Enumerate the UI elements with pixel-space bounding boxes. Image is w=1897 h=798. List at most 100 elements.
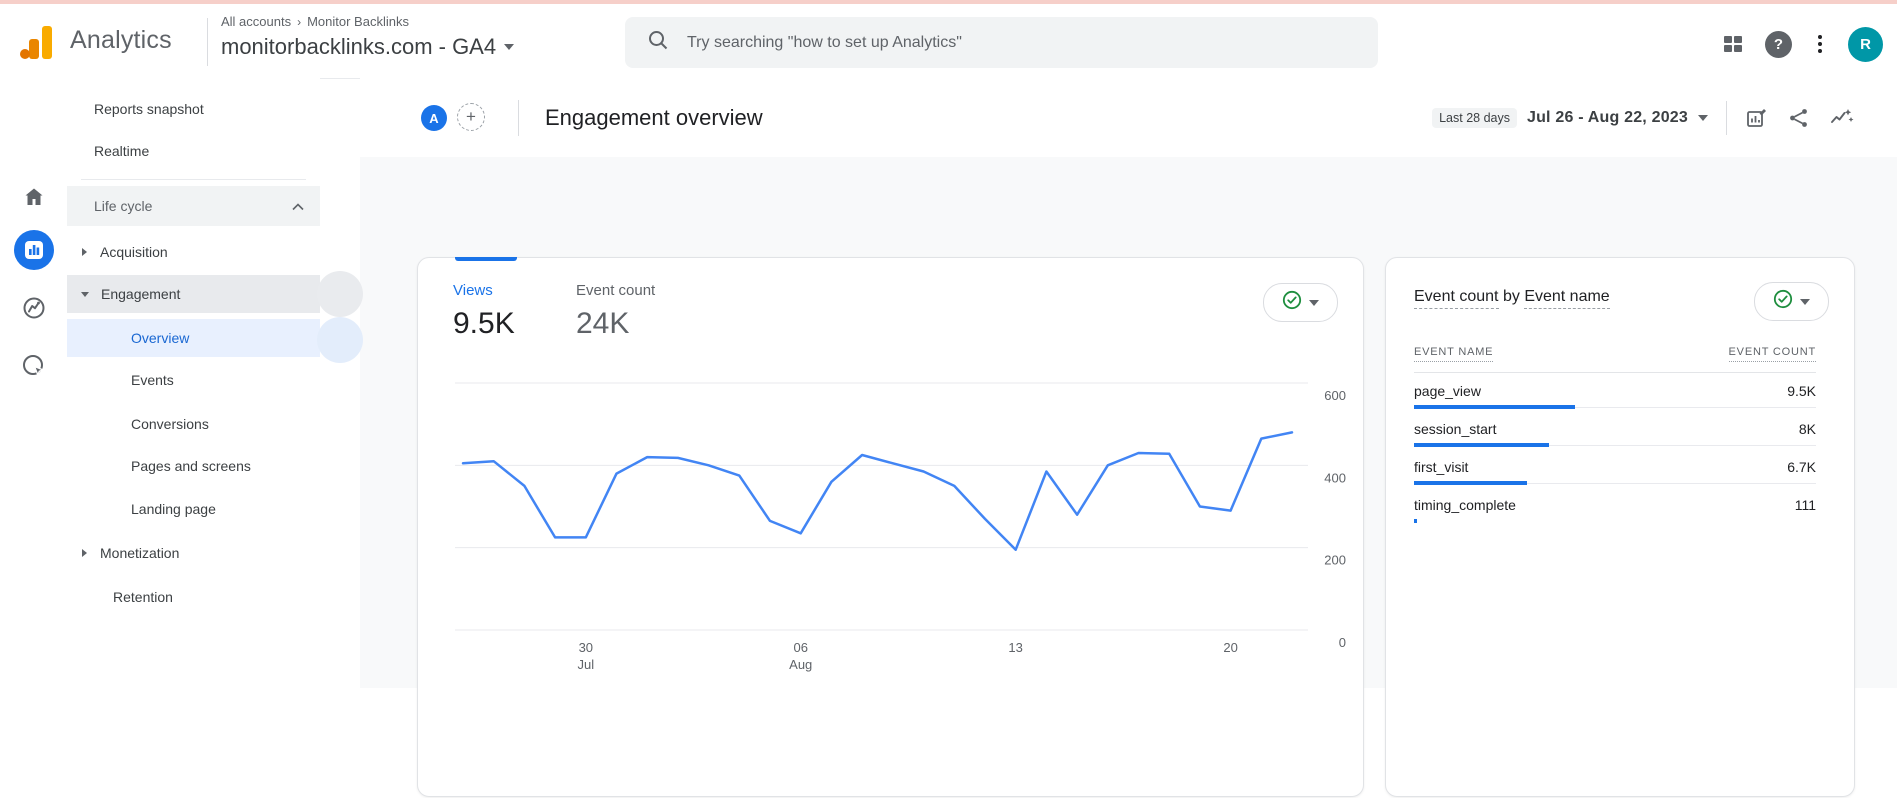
sidebar-item-conversions[interactable]: Conversions <box>67 405 320 443</box>
add-comparison-button[interactable]: + <box>457 103 485 131</box>
product-name: Analytics <box>70 26 172 55</box>
value-bar <box>1414 443 1549 447</box>
sidebar-item-realtime[interactable]: Realtime <box>67 132 320 170</box>
x-tick-label: 06 <box>794 640 808 655</box>
expand-arrow-icon <box>82 549 87 557</box>
customize-report-icon[interactable] <box>1745 106 1769 130</box>
x-tick-sublabel: Aug <box>789 657 812 672</box>
page-title: Engagement overview <box>545 78 763 157</box>
reports-sidebar: Reports snapshot Realtime Life cycle Acq… <box>67 78 320 610</box>
explore-icon[interactable] <box>0 285 67 331</box>
avatar[interactable]: R <box>1848 27 1883 62</box>
views-line-chart: 600 400 200 0 30 Jul 06 Aug 13 20 <box>418 258 1365 798</box>
property-caret-icon <box>504 44 514 50</box>
x-tick-label: 30 <box>579 640 593 655</box>
search-icon <box>647 29 669 56</box>
help-icon[interactable]: ? <box>1765 31 1792 58</box>
line-series-views <box>463 432 1292 549</box>
column-header-event-name: EVENT NAME <box>1414 346 1493 362</box>
sidebar-section-life-cycle[interactable]: Life cycle <box>67 186 320 226</box>
table-row: session_start 8K <box>1414 415 1816 453</box>
share-icon[interactable] <box>1787 106 1811 130</box>
sidebar-item-engagement[interactable]: Engagement <box>67 275 320 313</box>
check-circle-icon <box>1773 289 1793 314</box>
report-canvas: Views 9.5K Event count 24K 600400200030J… <box>360 157 1897 688</box>
event-name: session_start <box>1414 421 1496 437</box>
reports-icon[interactable] <box>0 227 67 273</box>
breadcrumb-chevron-icon: › <box>297 15 301 29</box>
date-range-text: Jul 26 - Aug 22, 2023 <box>1527 109 1688 127</box>
sidebar-item-retention[interactable]: Retention <box>67 578 320 616</box>
table-divider <box>1414 372 1816 373</box>
home-icon[interactable] <box>0 174 67 220</box>
event-count: 9.5K <box>1787 383 1816 399</box>
sidebar-item-acquisition[interactable]: Acquisition <box>67 233 320 271</box>
engagement-chart-card: Views 9.5K Event count 24K 600400200030J… <box>417 257 1364 797</box>
sidebar-item-monetization[interactable]: Monetization <box>67 534 320 572</box>
reports-active-circle <box>14 230 54 270</box>
table-row: timing_complete 111 <box>1414 491 1816 529</box>
y-tick-label: 600 <box>1324 388 1346 403</box>
date-caret-icon <box>1698 115 1708 121</box>
breadcrumb-account[interactable]: Monitor Backlinks <box>307 14 409 29</box>
title-connector: by <box>1503 288 1520 305</box>
sidebar-item-pages-and-screens[interactable]: Pages and screens <box>67 447 320 485</box>
toolbar-divider <box>1726 101 1727 135</box>
table-row: first_visit 6.7K <box>1414 453 1816 491</box>
insight-bubble-blue[interactable] <box>317 317 363 363</box>
x-tick-label: 20 <box>1223 640 1237 655</box>
sidebar-item-reports-snapshot[interactable]: Reports snapshot <box>67 90 320 128</box>
event-count: 8K <box>1799 421 1816 437</box>
title-metric[interactable]: Event count <box>1414 288 1499 309</box>
global-search[interactable] <box>625 17 1378 68</box>
event-name: page_view <box>1414 383 1481 399</box>
title-dimension[interactable]: Event name <box>1524 288 1609 309</box>
report-header: A + Engagement overview Last 28 days Jul… <box>360 78 1897 158</box>
sidebar-item-events[interactable]: Events <box>67 361 320 399</box>
insights-icon[interactable] <box>1829 106 1855 130</box>
value-bar <box>1414 405 1575 409</box>
date-preset-chip: Last 28 days <box>1432 108 1517 128</box>
event-count: 111 <box>1795 497 1816 513</box>
breadcrumb-all-accounts[interactable]: All accounts <box>221 14 291 29</box>
property-name: monitorbacklinks.com - GA4 <box>221 34 496 60</box>
chevron-up-icon <box>292 198 304 214</box>
sidebar-item-overview[interactable]: Overview <box>67 319 320 357</box>
expand-arrow-icon <box>82 248 87 256</box>
x-tick-sublabel: Jul <box>578 657 595 672</box>
column-header-event-count: EVENT COUNT <box>1729 346 1816 362</box>
insight-bubble-gray[interactable] <box>317 271 363 317</box>
y-tick-label: 400 <box>1324 470 1346 485</box>
event-name: timing_complete <box>1414 497 1516 513</box>
advertising-icon[interactable] <box>0 343 67 389</box>
apps-grid-icon[interactable] <box>1721 32 1745 56</box>
dropdown-caret-icon <box>1800 299 1810 305</box>
search-input[interactable] <box>685 33 1378 53</box>
y-tick-label: 200 <box>1324 553 1346 568</box>
sidebar-item-landing-page[interactable]: Landing page <box>67 490 320 528</box>
data-quality-dropdown[interactable] <box>1754 282 1829 321</box>
event-count-card: Event count by Event name EVENT NAME EVE… <box>1385 257 1855 797</box>
property-selector[interactable]: monitorbacklinks.com - GA4 <box>221 34 514 60</box>
date-range-selector[interactable]: Last 28 days Jul 26 - Aug 22, 2023 <box>1432 108 1708 128</box>
analytics-logo-icon[interactable] <box>14 20 58 64</box>
y-tick-label: 0 <box>1339 635 1346 650</box>
content-area: A + Engagement overview Last 28 days Jul… <box>360 78 1897 610</box>
event-name: first_visit <box>1414 459 1468 475</box>
breadcrumb: All accounts › Monitor Backlinks <box>221 14 409 29</box>
x-tick-label: 13 <box>1008 640 1022 655</box>
nav-rail <box>0 78 68 610</box>
header-divider <box>207 18 208 66</box>
header-divider <box>518 100 519 136</box>
value-bar <box>1414 519 1417 523</box>
value-bar <box>1414 481 1527 485</box>
top-header: Analytics All accounts › Monitor Backlin… <box>0 4 1897 79</box>
comparison-chip[interactable]: A <box>421 105 447 131</box>
event-count: 6.7K <box>1787 459 1816 475</box>
more-menu-icon[interactable] <box>1812 35 1828 53</box>
collapse-arrow-icon <box>81 292 89 297</box>
sidebar-divider <box>81 179 306 180</box>
event-table-body: page_view 9.5K session_start 8K first_vi… <box>1414 377 1816 529</box>
table-row: page_view 9.5K <box>1414 377 1816 415</box>
table-header-row: EVENT NAME EVENT COUNT <box>1414 346 1816 362</box>
